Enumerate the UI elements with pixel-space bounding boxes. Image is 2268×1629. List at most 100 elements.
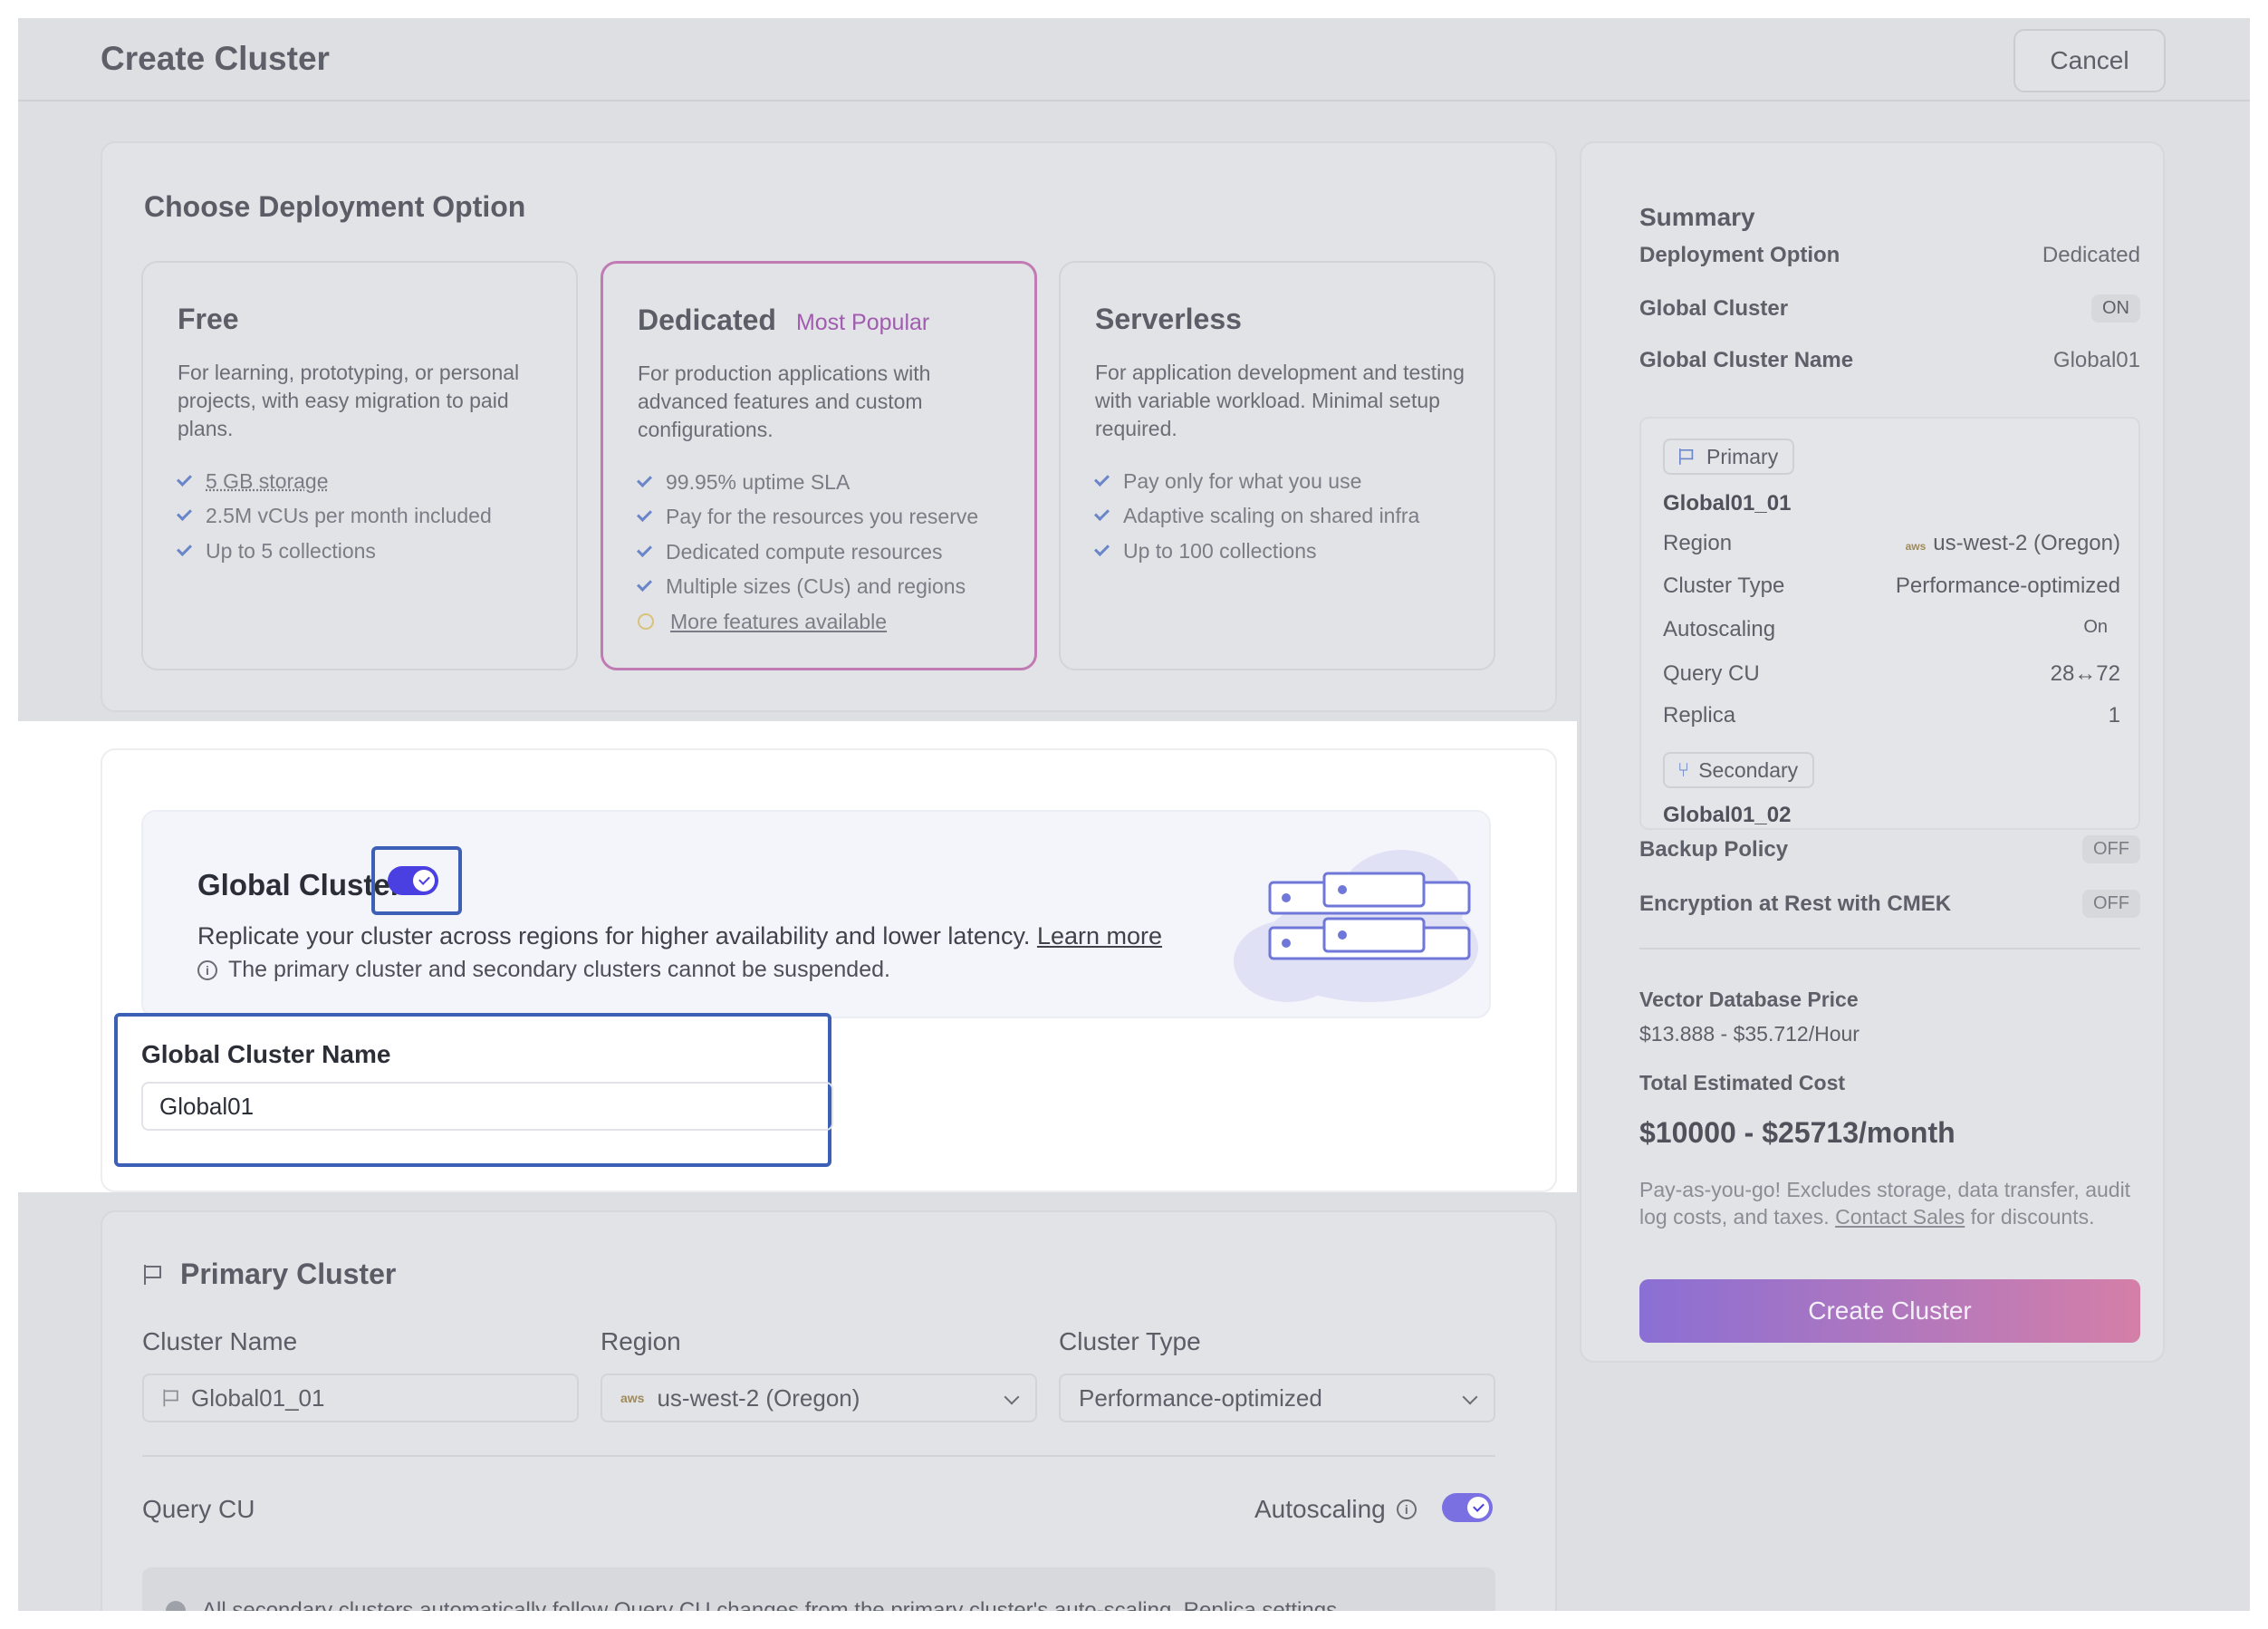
cluster-name-input[interactable]: Global01_01 [142,1374,579,1422]
status-badge: ON [2091,294,2140,323]
cloud-servers-illustration [1234,850,1478,1002]
status-badge: OFF [2082,835,2140,863]
toggle-knob [413,870,435,892]
global-cluster-name-label: Global Cluster Name [141,1040,391,1068]
learn-more-link[interactable]: Learn more [1037,922,1162,949]
option-dedicated-desc: For production applications with advance… [638,361,931,441]
divider [142,1455,1495,1457]
feature-item: 2.5M vCUs per month included [177,499,492,535]
check-icon [637,541,652,557]
primary-cluster-name: Global01_01 [1663,491,1792,516]
cluster-detail-panel: Primary Global01_01 Region aws us-west-2 … [1639,417,2140,830]
summary-title: Summary [1639,203,1755,231]
cancel-button[interactable]: Cancel [2013,29,2166,92]
summary-row-deployment: Deployment Option Dedicated [1639,243,2140,267]
most-popular-badge: Most Popular [795,310,930,335]
feature-item: Up to 5 collections [177,534,492,569]
query-cu-label: Query CU [142,1495,255,1523]
summary-row-global-cluster-name: Global Cluster Name Global01 [1639,348,2140,372]
total-cost-value: $10000 - $25713/month [1639,1116,1956,1149]
chevron-down-icon [1004,1389,1020,1405]
option-free-features: 5 GB storage 2.5M vCUs per month include… [177,464,492,569]
check-icon [177,506,192,522]
more-features-link[interactable]: More features available [638,604,978,640]
detail-row-region: Region aws us-west-2 (Oregon) [1663,531,2120,555]
deployment-section-title: Choose Deployment Option [144,190,526,223]
option-dedicated-title: Dedicated Most Popular [638,304,930,336]
price-value: $13.888 - $35.712/Hour [1639,1022,1860,1046]
info-dot-icon [166,1601,186,1611]
cluster-type-label: Cluster Type [1059,1327,1201,1355]
global-cluster-toggle[interactable] [388,866,438,895]
region-label: Region [601,1327,681,1355]
check-icon [1094,470,1110,487]
secondary-cluster-name: Global01_02 [1663,803,1792,827]
option-free-card[interactable]: Free For learning, prototyping, or perso… [141,261,578,670]
feature-item: Pay only for what you use [1094,464,1419,499]
global-cluster-name-input[interactable]: Global01 [141,1082,833,1131]
query-cu-notice: All secondary clusters automatically fol… [142,1567,1495,1611]
global-cluster-desc: Replicate your cluster across regions fo… [197,922,1163,949]
price-label: Vector Database Price [1639,988,1859,1011]
check-icon [637,506,652,523]
check-icon [177,540,192,556]
cluster-type-select[interactable]: Performance-optimized [1059,1374,1495,1422]
aws-icon: aws [620,1391,645,1405]
option-serverless-title: Serverless [1095,303,1242,335]
detail-row-autoscaling: Autoscaling On [1663,617,2108,641]
divider [1639,948,2140,949]
option-serverless-card[interactable]: Serverless For application development a… [1059,261,1495,670]
create-cluster-dialog: Create Cluster Cancel Choose Deployment … [18,18,2250,1611]
toggle-knob [1467,1497,1489,1518]
option-free-desc: For learning, prototyping, or personal p… [178,361,520,440]
option-free-title: Free [178,303,239,335]
feature-item: Multiple sizes (CUs) and regions [637,570,978,605]
flag-icon [1679,448,1694,465]
global-cluster-note: i The primary cluster and secondary clust… [197,957,890,983]
feature-item: Dedicated compute resources [637,535,978,570]
detail-row-replica: Replica 1 [1663,703,2120,728]
summary-row-backup: Backup Policy OFF [1639,835,2140,863]
global-cluster-name-frame: Global Cluster Name Global01 [114,1013,833,1167]
feature-item: 99.95% uptime SLA [637,465,978,500]
feature-item: 5 GB storage [177,464,492,499]
check-icon [1094,540,1110,556]
check-icon [637,471,652,487]
detail-row-query-cu: Query CU 28↔72 [1663,661,2120,686]
autoscaling-toggle[interactable] [1442,1493,1493,1522]
feature-item: Up to 100 collections [1094,534,1419,569]
page-title: Create Cluster [101,40,330,77]
toggle-highlight-frame [371,846,462,915]
check-icon [1094,506,1110,522]
chevron-down-icon [1462,1389,1478,1405]
total-cost-label: Total Estimated Cost [1639,1071,1846,1094]
check-icon [637,576,652,593]
status-badge: OFF [2082,890,2140,918]
create-cluster-button[interactable]: Create Cluster [1639,1279,2140,1343]
primary-tag: Primary [1663,439,1795,475]
option-dedicated-features: 99.95% uptime SLA Pay for the resources … [637,465,978,640]
flag-icon [163,1389,179,1407]
branch-icon: ⑂ [1677,758,1690,781]
check-icon [177,470,192,487]
pricing-note: Pay-as-you-go! Excludes storage, data tr… [1639,1178,2131,1229]
info-icon[interactable]: i [1396,1499,1417,1519]
info-icon: i [197,959,217,980]
option-dedicated-card[interactable]: Dedicated Most Popular For production app… [601,261,1037,670]
summary-row-global-cluster: Global Cluster ON [1639,294,2140,323]
dialog-header: Create Cluster Cancel [18,18,2250,101]
autoscaling-label: Autoscaling i [1254,1495,1417,1524]
detail-row-cluster-type: Cluster Type Performance-optimized [1663,574,2120,598]
cluster-name-label: Cluster Name [142,1327,298,1355]
query-cu-notice-text: All secondary clusters automatically fol… [166,1598,1337,1611]
feature-item: Adaptive scaling on shared infra [1094,499,1419,535]
aws-icon: aws [1905,540,1927,553]
lightbulb-icon [638,613,654,631]
option-serverless-features: Pay only for what you use Adaptive scali… [1094,464,1419,569]
summary-row-encryption: Encryption at Rest with CMEK OFF [1639,890,2140,918]
contact-sales-link[interactable]: Contact Sales [1835,1205,1965,1229]
global-cluster-box: Global Cluster Replicate your cluster ac… [141,810,1491,1018]
region-select[interactable]: aws us-west-2 (Oregon) [601,1374,1037,1422]
flag-icon [144,1264,162,1285]
option-serverless-desc: For application development and testing … [1095,361,1465,440]
